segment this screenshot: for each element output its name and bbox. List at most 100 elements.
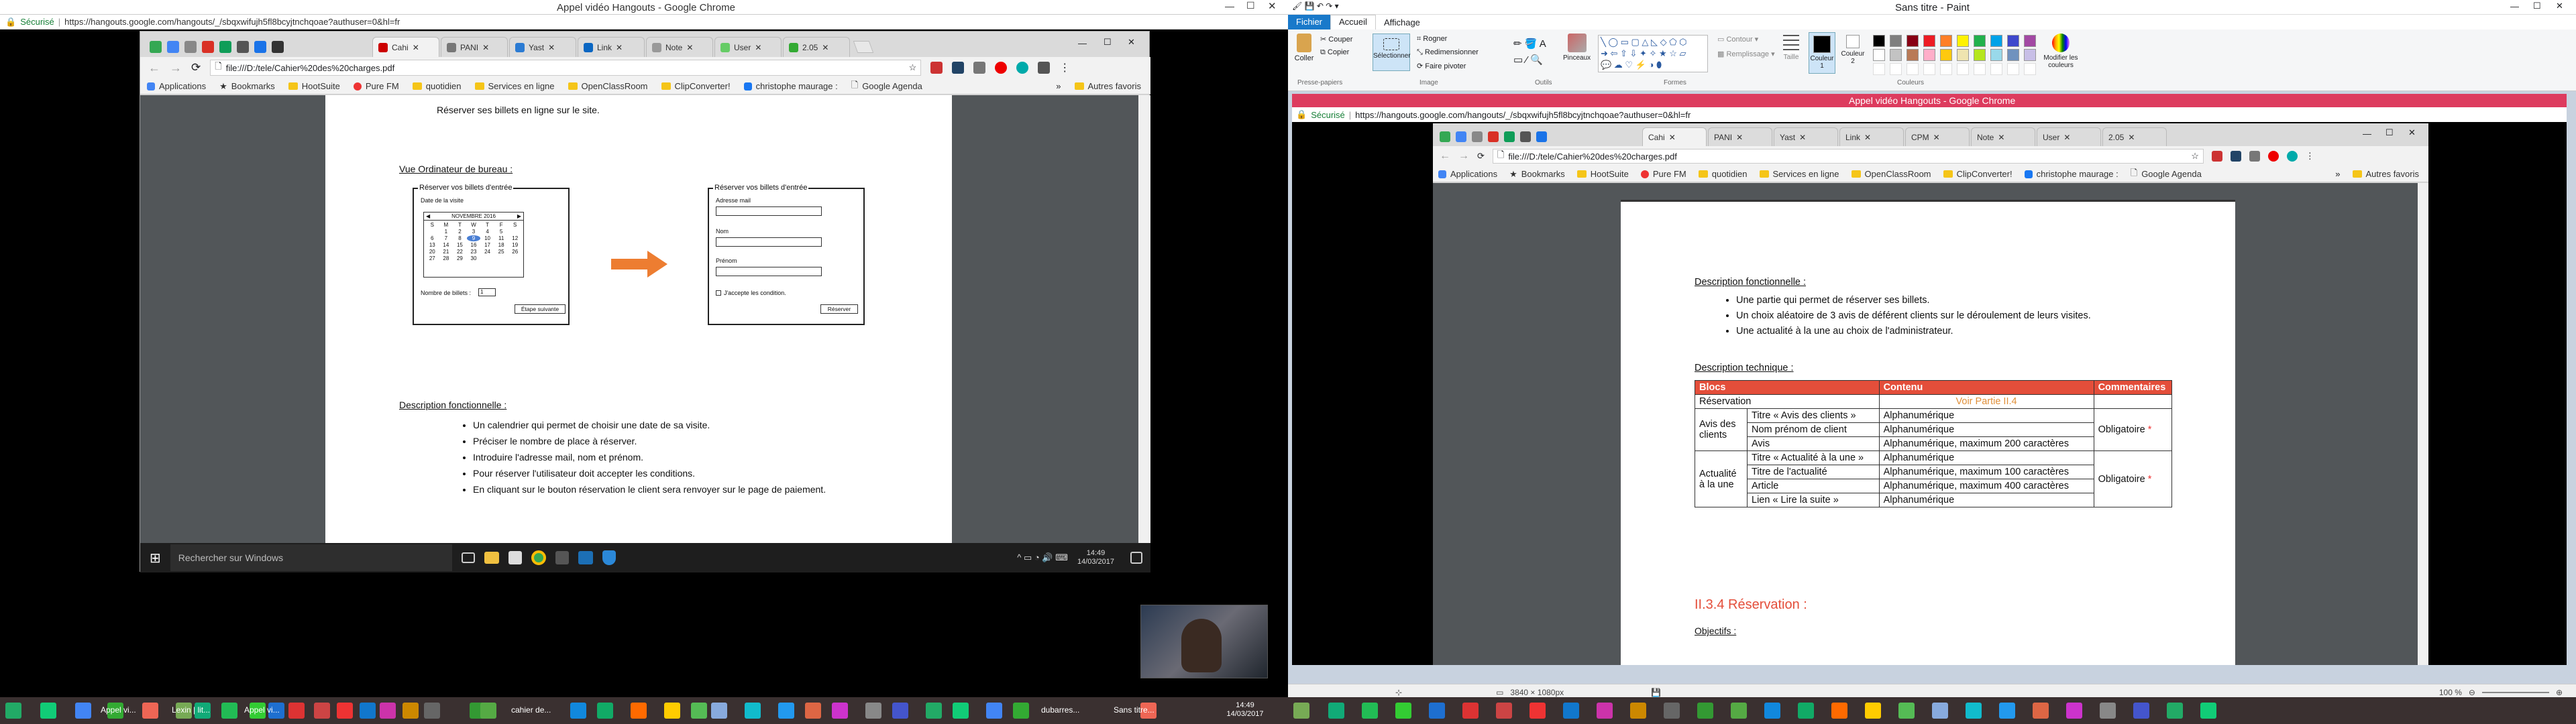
palette-color-swatch[interactable] [1974,35,1986,47]
taskbar-app-icon[interactable] [1597,703,1613,719]
gmail-icon[interactable] [202,41,214,53]
bookmark-clipconverter[interactable]: ClipConverter! [661,81,731,91]
bookmark-services[interactable]: Services en ligne [474,81,555,91]
maximize-icon[interactable]: ☐ [1246,0,1255,11]
next-month-icon[interactable]: ▶ [517,213,521,219]
omnibox[interactable]: 🗋 file:///D:/tele/Cahier%20des%20charges… [210,60,922,76]
extension-icon[interactable] [1038,62,1051,74]
select-button[interactable]: Sélectionner [1373,34,1411,71]
palette-color-swatch[interactable] [1907,35,1919,47]
store-icon[interactable] [508,551,522,564]
taskbar-app-icon[interactable] [2200,703,2216,719]
taskbar-app-icon[interactable] [1429,703,1445,719]
paste-button[interactable]: Coller [1292,34,1316,62]
taskbar-window-label-4[interactable]: cahier de... [511,705,551,715]
taskbar-app-icon[interactable] [1630,703,1646,719]
minimize-icon[interactable]: — [2510,1,2519,11]
taskbar-app-icon[interactable] [314,703,330,719]
taskbar-app-icon[interactable] [75,703,91,719]
calendar-day[interactable]: 17 [480,242,494,248]
webcam-self-view[interactable] [1140,605,1268,678]
minimize-icon[interactable]: — [1225,1,1234,11]
shapes-gallery[interactable]: ╲ ◯ ▭ ▢ △ ◺ ◇ ⬠ ⬡ ➜ ⇦ ⇧ ⇩ ✦ ✧ ★ ☆ ▱ 💬 ☁ ♡ … [1598,35,1708,72]
next-step-button[interactable]: Étape suivante [515,304,566,314]
clock[interactable]: 14:49 14/03/2017 [1077,549,1114,566]
fill-icon[interactable]: 🪣 [1525,38,1538,50]
taskbar-app-icon[interactable] [664,703,680,719]
calendar-day[interactable]: 11 [494,235,508,241]
calendar-day[interactable]: 27 [425,255,439,261]
maximize-icon[interactable]: ☐ [1104,37,1112,48]
palette-color-swatch[interactable] [1974,49,1986,61]
zoom-out-icon[interactable]: ⊖ [2469,688,2475,697]
resize-button[interactable]: ⤡ Redimensionner [1417,48,1479,57]
bookmark-others[interactable]: Autres favoris [1074,81,1141,91]
app-icon[interactable] [555,551,569,564]
fill-button[interactable]: ▩ Remplissage ▾ [1717,50,1775,58]
taskbar-app-icon[interactable] [2033,703,2049,719]
palette-color-swatch[interactable] [1873,49,1885,61]
chrome-icon[interactable] [531,550,546,565]
extension-icon[interactable] [167,41,179,53]
calendar-day[interactable]: 13 [425,242,439,248]
palette-color-swatch[interactable] [1990,49,2002,61]
maximize-icon[interactable]: ☐ [2533,1,2541,11]
calendar-day[interactable]: 30 [467,255,481,261]
calendar-day[interactable]: 19 [508,242,522,248]
palette-color-swatch[interactable] [1957,49,1969,61]
taskbar-app-icon[interactable] [40,703,56,719]
taskbar-app-icon[interactable] [711,703,727,719]
bookmark-openclassroom[interactable]: OpenClassRoom [568,81,648,91]
ticket-count-stepper[interactable]: 1 [478,288,496,296]
calendar-day[interactable]: 28 [439,255,453,261]
taskbar-app-icon[interactable] [953,703,969,719]
taskbar-app-icon[interactable] [1496,703,1512,719]
zoom-in-icon[interactable]: ⊕ [2556,688,2563,697]
tab-yast[interactable]: Yast ✕ [509,37,576,57]
palette-color-swatch[interactable] [1873,35,1885,47]
tab-accueil[interactable]: Accueil [1330,15,1376,29]
picker-icon[interactable]: ⁄ [1525,54,1527,66]
palette-color-swatch[interactable] [1923,35,1935,47]
tab-pani[interactable]: PANI ✕ [441,37,508,57]
taskbar-app-icon[interactable] [1328,703,1344,719]
palette-empty-swatch[interactable] [2007,63,2019,75]
zoom-slider[interactable] [2481,691,2549,693]
reload-icon[interactable]: ⟳ [191,61,201,74]
taskbar-app-icon[interactable] [1731,703,1747,719]
extension-icon[interactable] [272,41,284,53]
taskbar-app-icon[interactable] [424,703,440,719]
calendar-widget[interactable]: ◀ NOVEMBRE 2016 ▶ S M T W T F S 1 2 3 4 5 6 7 8 9 10 11 12… [423,212,524,278]
file-explorer-icon[interactable] [484,552,499,564]
taskbar-app-icon[interactable] [1697,703,1713,719]
close-icon[interactable]: ✕ [1268,0,1277,12]
calendar-day[interactable]: 20 [425,249,439,255]
taskbar-app-icon[interactable] [142,703,158,719]
star-icon[interactable]: ☆ [909,62,917,73]
bookmark-applications[interactable]: Applications [147,81,206,91]
calendar-day[interactable]: 6 [425,235,439,241]
calendar-day[interactable]: 15 [453,242,467,248]
tab-close-icon[interactable]: ✕ [413,43,419,52]
tab-205[interactable]: 2.05 ✕ [783,37,850,57]
name-field[interactable] [716,237,822,247]
taskbar-app-icon[interactable] [1462,703,1479,719]
calendar-day[interactable]: 1 [439,229,453,235]
taskbar-app-icon[interactable] [778,703,794,719]
palette-empty-swatch[interactable] [1974,63,1986,75]
cut-button[interactable]: ✂ Couper [1320,35,1352,44]
taskbar-app-icon[interactable] [745,703,761,719]
outline-button[interactable]: ▭ Contour ▾ [1717,35,1758,44]
palette-empty-swatch[interactable] [1907,63,1919,75]
taskbar-app-icon[interactable] [597,703,613,719]
taskbar-window-label-2[interactable]: Lexin | lit... [172,705,210,715]
color2-button[interactable]: Couleur 2 [1839,35,1866,65]
palette-empty-swatch[interactable] [1957,63,1969,75]
taskbar-app-icon[interactable] [5,703,21,719]
palette-color-swatch[interactable] [1890,35,1902,47]
taskbar-app-icon[interactable] [1966,703,1982,719]
tab-close-icon[interactable]: ✕ [686,43,693,52]
extension-icon[interactable] [930,62,943,74]
taskbar-app-icon[interactable] [1395,703,1411,719]
taskbar-app-icon[interactable] [288,703,305,719]
